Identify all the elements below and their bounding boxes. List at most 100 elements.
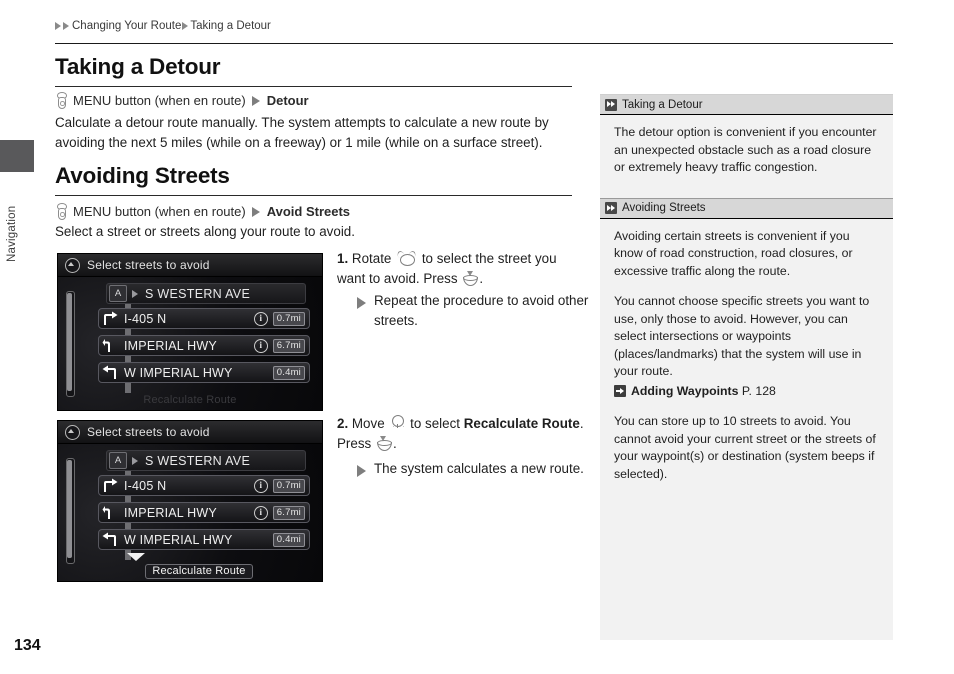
nav-street-name: W IMPERIAL HWY (124, 532, 233, 547)
info-icon[interactable]: i (253, 338, 268, 353)
step-number: 1. (337, 251, 349, 266)
nav-street-distance: 6.7mi (272, 338, 305, 353)
side-note-header: Avoiding Streets (600, 197, 893, 219)
side-note-title: Taking a Detour (622, 98, 703, 111)
side-note-paragraph: You cannot choose specific streets you w… (614, 294, 870, 378)
nav-screenshot-step1: Select streets to avoid A S WESTERN AVE … (57, 253, 323, 411)
waypoint-badge: A (109, 285, 127, 302)
info-icon[interactable]: i (253, 311, 268, 326)
side-note-body: The detour option is convenient if you e… (600, 115, 893, 177)
menu-path-detour: MENU button (when en route) Detour (55, 92, 309, 109)
nav-street-name: W IMPERIAL HWY (124, 365, 233, 380)
triangle-right-icon (251, 206, 260, 217)
info-icon[interactable]: i (253, 505, 268, 520)
title-rule (55, 195, 572, 196)
home-compass-icon (65, 424, 80, 440)
side-note-header: Taking a Detour (600, 95, 893, 115)
breadcrumb-current: Taking a Detour (190, 20, 271, 32)
move-knob-down-icon (390, 415, 405, 431)
nav-origin-row: A S WESTERN AVE (106, 450, 306, 471)
side-note-panel: Taking a Detour The detour option is con… (600, 94, 893, 640)
nav-street-distance: 0.4mi (272, 365, 305, 380)
nav-street-row[interactable]: IMPERIAL HWY i 6.7mi (98, 502, 310, 523)
waypoint-badge: A (109, 452, 127, 469)
nav-title-text: Select streets to avoid (87, 258, 210, 272)
step-text-a: Move (351, 416, 385, 431)
scrollbar-thumb[interactable] (67, 460, 72, 558)
turn-right-icon (104, 478, 118, 492)
flag-icon (132, 456, 138, 465)
instruction-step-2-note: The system calculates a new route. (357, 459, 592, 479)
nav-origin-row: A S WESTERN AVE (106, 283, 306, 304)
double-chevron-right-icon (605, 202, 617, 214)
step-text-c: . (479, 271, 484, 286)
nav-street-name: IMPERIAL HWY (124, 505, 217, 520)
nav-street-row[interactable]: I-405 N i 0.7mi (98, 308, 310, 329)
menu-path-prefix: MENU button (when en route) (73, 204, 246, 219)
menu-path-target: Detour (266, 93, 309, 108)
nav-title-text: Select streets to avoid (87, 425, 210, 439)
nav-street-row[interactable]: W IMPERIAL HWY 0.4mi (98, 362, 310, 383)
press-button-icon (55, 92, 68, 109)
side-note-body: Avoiding certain streets is convenient i… (600, 219, 893, 484)
instruction-step-1-note: Repeat the procedure to avoid other stre… (357, 291, 592, 331)
triangle-right-icon (357, 465, 366, 477)
home-compass-icon (65, 257, 80, 273)
side-note-spacer (600, 190, 893, 198)
side-note-title: Avoiding Streets (622, 202, 706, 214)
breadcrumb-separator-icon (182, 22, 189, 30)
step-text-d: . (392, 436, 397, 451)
cross-reference-title: Adding Waypoints (631, 383, 739, 398)
step-text-a: Rotate (351, 251, 392, 266)
press-button-icon (55, 203, 68, 220)
recalculate-route-footer[interactable]: Recalculate Route (58, 553, 322, 579)
step-text-b: to select (410, 416, 460, 431)
recalculate-route-label: Recalculate Route (145, 564, 253, 579)
triangle-right-icon (357, 297, 366, 309)
nav-origin-name: S WESTERN AVE (145, 286, 251, 301)
nav-titlebar: Select streets to avoid (58, 254, 322, 277)
nav-origin-name: S WESTERN AVE (145, 453, 251, 468)
nav-titlebar: Select streets to avoid (58, 421, 322, 444)
nav-street-distance: 6.7mi (272, 505, 305, 520)
note-text: The system calculates a new route. (374, 461, 584, 476)
avoid-streets-description: Select a street or streets along your ro… (55, 224, 355, 239)
info-icon[interactable]: i (253, 478, 268, 493)
recalculate-route-label: Recalculate Route (143, 394, 237, 406)
step-bold-target: Recalculate Route (463, 416, 580, 431)
scrollbar-thumb[interactable] (67, 293, 72, 391)
turn-right-icon (104, 311, 118, 325)
chevron-down-icon (127, 553, 146, 578)
nav-street-distance: 0.4mi (272, 532, 305, 547)
note-text: Repeat the procedure to avoid other stre… (374, 293, 589, 328)
nav-street-row[interactable]: IMPERIAL HWY i 6.7mi (98, 335, 310, 356)
header-rule (55, 43, 893, 44)
manual-page: Navigation Changing Your Route Taking a … (0, 0, 954, 674)
side-note-paragraph: The detour option is convenient if you e… (614, 125, 877, 174)
nav-street-row[interactable]: W IMPERIAL HWY 0.4mi (98, 529, 310, 550)
nav-list-body: A S WESTERN AVE I-405 N i 0.7mi IMPERIAL (58, 277, 322, 410)
instruction-step-1: 1. Rotate to select the street you want … (337, 249, 587, 289)
menu-path-prefix: MENU button (when en route) (73, 93, 246, 108)
menu-path-target: Avoid Streets (266, 204, 351, 219)
nav-screenshot-step2: Select streets to avoid A S WESTERN AVE … (57, 420, 323, 582)
recalculate-route-footer[interactable]: Recalculate Route (58, 390, 322, 408)
breadcrumb-parent[interactable]: Changing Your Route (72, 20, 181, 32)
flag-icon (132, 289, 138, 298)
press-knob-icon (376, 436, 392, 451)
nav-street-distance: 0.7mi (272, 311, 305, 326)
page-title-avoiding-streets: Avoiding Streets (55, 163, 230, 188)
nav-list-body: A S WESTERN AVE I-405 N i 0.7mi IMPERIAL (58, 444, 322, 581)
title-rule (55, 86, 572, 87)
breadcrumb-arrow-icon (63, 22, 69, 30)
nav-street-row[interactable]: I-405 N i 0.7mi (98, 475, 310, 496)
breadcrumb: Changing Your Route Taking a Detour (55, 20, 271, 32)
cross-reference-page: P. 128 (741, 383, 776, 398)
instruction-step-2: 2. Move to select Recalculate Route. Pre… (337, 414, 587, 454)
cross-reference-icon (614, 385, 626, 398)
step-number: 2. (337, 416, 349, 431)
menu-path-avoid-streets: MENU button (when en route) Avoid Street… (55, 203, 350, 220)
cross-reference[interactable]: Adding Waypoints P. 128 (614, 383, 880, 401)
detour-description: Calculate a detour route manually. The s… (55, 115, 549, 150)
page-number: 134 (14, 637, 41, 654)
